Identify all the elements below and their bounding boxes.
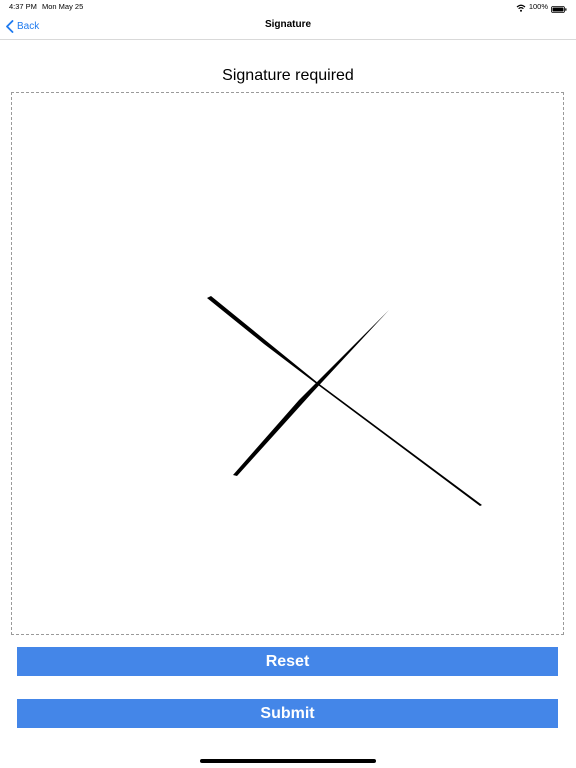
status-bar: 4:37 PM Mon May 25 100% xyxy=(0,0,576,14)
signature-stroke xyxy=(207,296,482,506)
home-indicator xyxy=(200,759,376,763)
submit-button[interactable]: Submit xyxy=(17,699,558,728)
signature-drawing xyxy=(207,296,482,506)
status-time: 4:37 PM xyxy=(9,2,37,11)
signature-heading: Signature required xyxy=(222,67,354,84)
signature-pad[interactable] xyxy=(11,92,564,635)
page-title: Signature xyxy=(264,19,312,30)
battery-icon xyxy=(551,4,567,13)
reset-button[interactable]: Reset xyxy=(17,647,558,676)
wifi-icon xyxy=(516,3,526,12)
status-indicators: 100% xyxy=(516,0,567,14)
navigation-bar: Back Signature xyxy=(0,14,576,40)
status-date: Mon May 25 xyxy=(42,2,84,11)
battery-percent: 100% xyxy=(528,2,548,11)
